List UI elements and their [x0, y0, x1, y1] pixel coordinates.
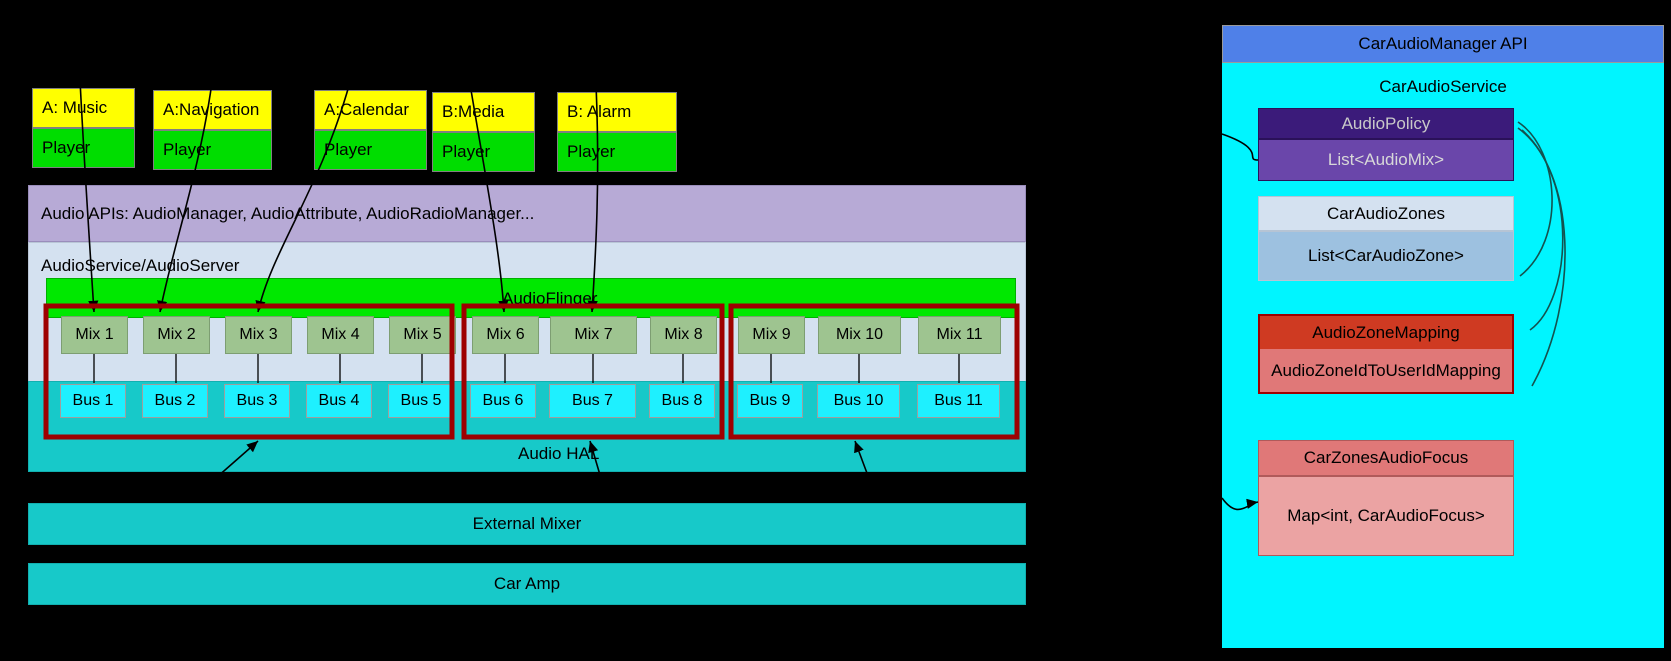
- mix-box-0: Mix 1: [61, 316, 128, 354]
- mix-box-2: Mix 3: [225, 316, 292, 354]
- bus-box-10: Bus 11: [917, 384, 1000, 418]
- mix-box-3: Mix 4: [307, 316, 374, 354]
- car-audio-service-label: CarAudioService: [1379, 77, 1507, 96]
- bus-box-0: Bus 1: [60, 384, 126, 418]
- app-tile-title-3: B:Media: [432, 92, 535, 132]
- app-tile-player-2: Player: [314, 130, 427, 170]
- mix-box-10: Mix 11: [918, 316, 1001, 354]
- audio-service-label: AudioService/AudioServer: [41, 256, 240, 275]
- bus-box-1: Bus 2: [142, 384, 208, 418]
- app-tile-player-4: Player: [557, 132, 677, 172]
- app-tile-player-1: Player: [153, 130, 272, 170]
- bus-box-9: Bus 10: [817, 384, 900, 418]
- app-tile-title-1: A:Navigation: [153, 90, 272, 130]
- car-zones-audio-focus-header: CarZonesAudioFocus: [1258, 440, 1514, 476]
- car-audio-zones-body: List<CarAudioZone>: [1258, 231, 1514, 281]
- diagram-canvas: A: Music Player A:Navigation Player A:Ca…: [0, 0, 1671, 661]
- mix-box-5: Mix 6: [472, 316, 539, 354]
- app-tile-player-0: Player: [32, 128, 135, 168]
- app-tile-title-0: A: Music: [32, 88, 135, 128]
- audio-hal-label: Audio HAL: [518, 444, 600, 463]
- car-audio-manager-api-header: CarAudioManager API: [1222, 25, 1664, 63]
- audio-flinger-band: AudioFlinger: [46, 278, 1016, 318]
- mix-box-8: Mix 9: [738, 316, 805, 354]
- car-zones-audio-focus-body: Map<int, CarAudioFocus>: [1258, 476, 1514, 556]
- audio-apis-band: Audio APIs: AudioManager, AudioAttribute…: [28, 185, 1026, 242]
- external-mixer-band: External Mixer: [28, 503, 1026, 545]
- bus-box-2: Bus 3: [224, 384, 290, 418]
- audio-policy-header: AudioPolicy: [1258, 108, 1514, 139]
- mix-box-6: Mix 7: [550, 316, 637, 354]
- audio-flinger-label: AudioFlinger: [502, 289, 598, 308]
- app-tile-title-2: A:Calendar: [314, 90, 427, 130]
- mix-box-1: Mix 2: [143, 316, 210, 354]
- bus-box-8: Bus 9: [737, 384, 803, 418]
- bus-box-5: Bus 6: [470, 384, 536, 418]
- bus-box-7: Bus 8: [649, 384, 715, 418]
- car-amp-band: Car Amp: [28, 563, 1026, 605]
- bus-box-3: Bus 4: [306, 384, 372, 418]
- bus-box-4: Bus 5: [388, 384, 454, 418]
- audio-zone-mapping-body: AudioZoneIdToUserIdMapping: [1258, 349, 1514, 394]
- mix-box-7: Mix 8: [650, 316, 717, 354]
- app-tile-player-3: Player: [432, 132, 535, 172]
- app-tile-title-4: B: Alarm: [557, 92, 677, 132]
- bus-box-6: Bus 7: [549, 384, 636, 418]
- car-audio-zones-header: CarAudioZones: [1258, 196, 1514, 231]
- mix-box-9: Mix 10: [818, 316, 901, 354]
- audio-policy-body: List<AudioMix>: [1258, 139, 1514, 181]
- mix-box-4: Mix 5: [389, 316, 456, 354]
- audio-zone-mapping-header: AudioZoneMapping: [1258, 314, 1514, 349]
